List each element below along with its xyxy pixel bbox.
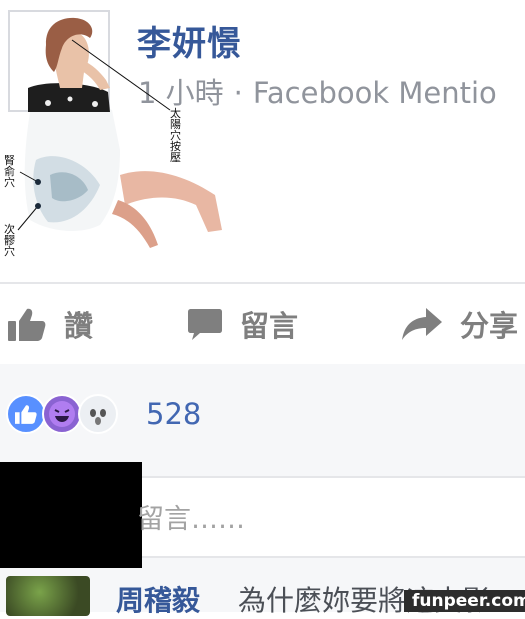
acupoint-ciliao-dot [35,203,41,209]
share-button[interactable]: 分享 [402,304,518,344]
label-shenyu: 腎俞穴 [4,154,15,189]
speech-bubble-icon [188,309,222,340]
figure-head [45,17,110,90]
label-taiyang: 太陽穴按壓 [170,107,181,164]
comment-input[interactable]: 留言…… [137,497,245,536]
post-source[interactable]: Facebook Mentio [253,76,497,110]
reaction-icons[interactable] [6,394,118,434]
like-label: 讚 [64,309,94,343]
share-label: 分享 [460,309,519,343]
like-reaction-icon [6,394,46,434]
figure-dress [24,102,120,232]
divider-top [0,282,525,284]
wow-reaction-icon [78,394,118,434]
acupoint-shenyu-dot [35,179,41,185]
label-ciliao: 次髎穴 [4,223,15,258]
redacted-avatar-block [0,462,142,568]
commenter-avatar[interactable] [6,576,90,616]
watermark-label: funpeer.com [404,590,525,612]
haha-reaction-icon [42,394,82,434]
like-button[interactable]: 讚 [8,304,93,344]
comment-button[interactable]: 留言 [188,304,298,344]
comment-label: 留言 [240,309,299,343]
reaction-count[interactable]: 528 [146,397,201,431]
acupressure-figure-image [17,17,222,248]
figure-legs [112,171,222,248]
share-arrow-icon [402,308,442,340]
comment-author[interactable]: 周稽毅 [116,579,200,619]
thumbs-up-icon [8,308,46,341]
